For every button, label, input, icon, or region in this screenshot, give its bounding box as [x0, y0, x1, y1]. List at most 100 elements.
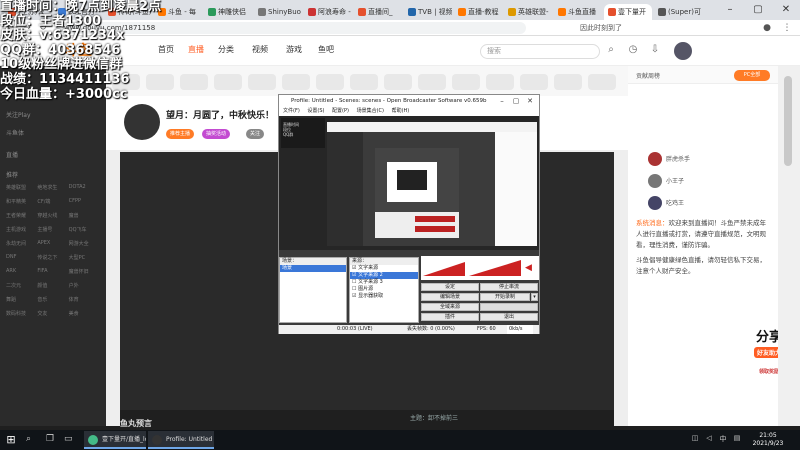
windows-start-icon[interactable]: ⊞	[4, 433, 18, 447]
menu-settings[interactable]: 设置(S)	[307, 108, 324, 114]
sidebar-category-item[interactable]: 穿越火线	[37, 212, 68, 219]
rank-row[interactable]: 吃鸡王	[634, 194, 772, 212]
ime-icon[interactable]: 中	[718, 434, 728, 446]
blank-button[interactable]	[480, 303, 538, 311]
volume-icon[interactable]: ◁	[704, 434, 714, 446]
sidebar-item-live[interactable]: 直播	[6, 150, 18, 159]
sidebar-category-item[interactable]: FIFA	[37, 268, 68, 275]
sidebar-category-item[interactable]: 美食	[69, 310, 100, 317]
browser-tab[interactable]: 英雄联盟-	[504, 4, 552, 20]
sidebar-category-item[interactable]: 颜值	[37, 282, 68, 289]
minimize-icon[interactable]: –	[495, 95, 509, 107]
browser-tab[interactable]: 斗鱼直播	[554, 4, 602, 20]
browser-tab[interactable]: 壹下量开	[604, 4, 652, 20]
global-sources-button[interactable]: 全域来源	[421, 303, 479, 311]
search-icon[interactable]: ⌕	[26, 434, 40, 446]
sidebar-category-item[interactable]: 舞蹈	[6, 296, 37, 303]
maximize-icon[interactable]: ▢	[744, 0, 772, 20]
user-avatar[interactable]	[674, 42, 692, 60]
sidebar-category-item[interactable]: CFPP	[69, 198, 100, 205]
audio-mixer[interactable]: ◀	[421, 256, 539, 280]
maximize-icon[interactable]: ▢	[509, 95, 523, 107]
search-input[interactable]: 搜索	[480, 44, 600, 59]
source-item[interactable]: ☑ 文字来源	[350, 265, 418, 272]
nav-fishbar[interactable]: 鱼吧	[318, 44, 334, 55]
pc-all-button[interactable]: PC全部	[734, 70, 770, 81]
nav-video[interactable]: 视频	[252, 44, 268, 55]
source-item[interactable]: ☐ 图片源	[350, 286, 418, 293]
notification-icon[interactable]: ▤	[732, 434, 742, 446]
task-view-icon[interactable]: ❐	[46, 434, 60, 446]
source-item[interactable]: ☐ 文字来源 3	[350, 279, 418, 286]
close-icon[interactable]: ✕	[523, 95, 537, 107]
sidebar-category-item[interactable]: 和平精英	[6, 198, 37, 205]
rank-row[interactable]: 胖虎杀手	[634, 150, 772, 168]
minimize-icon[interactable]: –	[716, 0, 744, 20]
browser-tab[interactable]: 神雕侠侣	[204, 4, 252, 20]
rank-row[interactable]: 小王子	[634, 172, 772, 190]
scroll-thumb[interactable]	[784, 76, 792, 166]
sidebar-item-douyu[interactable]: 斗鱼体	[6, 128, 24, 137]
nav-live[interactable]: 直播	[188, 44, 204, 55]
close-icon[interactable]: ✕	[772, 0, 800, 20]
browser-tab[interactable]: 直播-教程	[454, 4, 502, 20]
taskbar-app-obs[interactable]: Profile: Untitled	[148, 431, 214, 449]
sidebar-category-item[interactable]: 魔兽怀旧	[69, 268, 100, 275]
exit-button[interactable]: 退出	[480, 313, 538, 321]
sidebar-category-item[interactable]: 体育	[69, 296, 100, 303]
browser-tab[interactable]: 斗鱼 - 每	[154, 4, 202, 20]
sidebar-category-item[interactable]: 王者荣耀	[6, 212, 37, 219]
sidebar-category-item[interactable]: QQ飞车	[69, 226, 100, 233]
taskbar-clock[interactable]: 21:05 2021/9/23	[746, 432, 790, 448]
search-icon[interactable]: ⌕	[604, 44, 618, 58]
streamer-avatar[interactable]	[124, 104, 160, 140]
sidebar-category-item[interactable]: 二次元	[6, 282, 37, 289]
sidebar-category-item[interactable]: DNF	[6, 254, 37, 261]
sidebar-category-item[interactable]: 大型PC	[69, 254, 100, 261]
explorer-icon[interactable]: ▭	[64, 434, 78, 446]
menu-file[interactable]: 文件(F)	[283, 108, 300, 114]
source-item[interactable]: ☑ 显示器获取	[350, 293, 418, 300]
nav-home[interactable]: 首页	[158, 44, 174, 55]
menu-help[interactable]: 帮助(H)	[392, 108, 410, 114]
menu-scene-collection[interactable]: 场景集合(C)	[357, 108, 384, 114]
sidebar-category-item[interactable]: 音乐	[37, 296, 68, 303]
stop-stream-button[interactable]: 停止串流	[480, 283, 538, 291]
scene-item[interactable]: 场景	[280, 265, 346, 272]
sidebar-category-item[interactable]: 数码科技	[6, 310, 37, 317]
sidebar-category-item[interactable]: APEX	[37, 240, 68, 247]
sidebar-category-item[interactable]: 户外	[69, 282, 100, 289]
sidebar-category-item[interactable]: DOTA2	[69, 184, 100, 191]
sidebar-category-item[interactable]: 魔兽	[69, 212, 100, 219]
menu-profile[interactable]: 配置(P)	[332, 108, 349, 114]
nav-category[interactable]: 分类	[218, 44, 234, 55]
record-dropdown[interactable]: ▾	[531, 293, 538, 301]
sidebar-category-item[interactable]: 传说之下	[37, 254, 68, 261]
nav-game[interactable]: 游戏	[286, 44, 302, 55]
sidebar-category-item[interactable]: 永劫无间	[6, 240, 37, 247]
tag-pill[interactable]: 推荐主播	[166, 129, 195, 139]
browser-tab[interactable]: ShinyBuo	[254, 4, 302, 20]
sidebar-item-follow[interactable]: 关注Play	[6, 110, 31, 119]
taskbar-app-browser[interactable]: 壹下量开/直播_lol	[84, 431, 146, 449]
sidebar-category-item[interactable]: 英雄联盟	[6, 184, 37, 191]
download-icon[interactable]: ⇩	[648, 44, 662, 58]
browser-tab[interactable]: TVB | 视频	[404, 4, 452, 20]
sidebar-category-item[interactable]: ARK	[6, 268, 37, 275]
sidebar-category-item[interactable]: 交友	[37, 310, 68, 317]
tag-pill[interactable]: 抽奖活动	[202, 129, 231, 139]
obs-preview[interactable]: 直播时间 段位 QQ群	[279, 116, 539, 250]
profile-icon[interactable]: ●	[760, 21, 774, 35]
tag-pill[interactable]: 关注	[246, 129, 265, 139]
network-icon[interactable]: ◫	[690, 434, 700, 446]
sidebar-category-item[interactable]: 主机游戏	[6, 226, 37, 233]
menu-icon[interactable]: ⋮	[780, 21, 794, 35]
browser-tab[interactable]: 直播间_	[354, 4, 402, 20]
plugins-button[interactable]: 插件	[421, 313, 479, 321]
sidebar-category-item[interactable]: CF/端	[37, 198, 68, 205]
sidebar-category-item[interactable]: 绝地求生	[37, 184, 68, 191]
history-icon[interactable]: ◷	[626, 44, 640, 58]
settings-button[interactable]: 设定	[421, 283, 479, 291]
sidebar-item-recommend[interactable]: 推荐	[6, 170, 18, 179]
sidebar-category-item[interactable]: 主播号	[37, 226, 68, 233]
